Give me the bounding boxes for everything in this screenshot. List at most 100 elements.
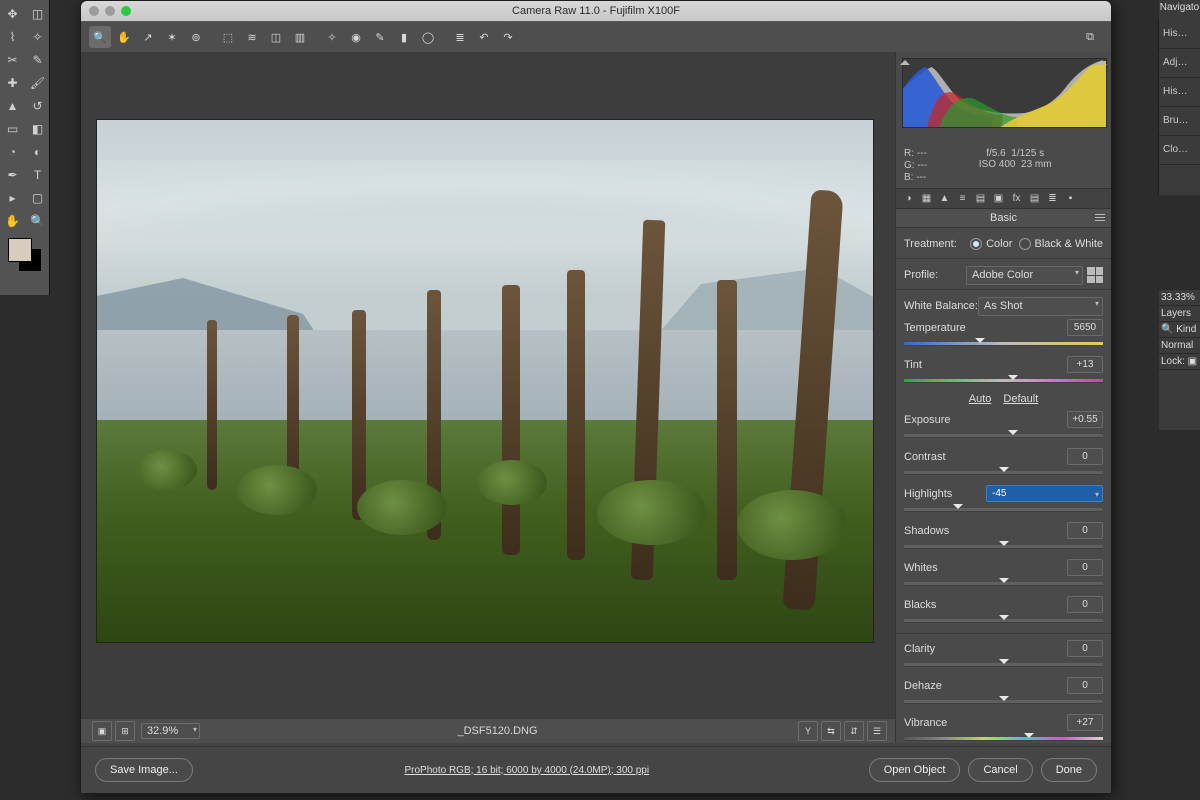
swap-icon[interactable]: ⇆ xyxy=(821,721,841,741)
panel-tab[interactable]: Bru… xyxy=(1159,107,1200,136)
zoom-tool-icon[interactable]: 🔍 xyxy=(89,26,111,48)
treatment-color-radio[interactable] xyxy=(970,238,982,250)
guided-icon[interactable]: ▥ xyxy=(289,26,311,48)
tab-split-icon[interactable]: ▤ xyxy=(972,191,989,206)
dehaze-value[interactable]: 0 xyxy=(1067,677,1103,694)
histogram[interactable] xyxy=(896,52,1111,146)
ba-icon[interactable]: ⇵ xyxy=(844,721,864,741)
done-button[interactable]: Done xyxy=(1041,758,1097,782)
redeye-icon[interactable]: ◉ xyxy=(345,26,367,48)
open-object-button[interactable]: Open Object xyxy=(869,758,961,782)
tab-detail-icon[interactable]: ▲ xyxy=(936,191,953,206)
tab-snap-icon[interactable]: ▪ xyxy=(1062,191,1079,206)
path-sel-icon[interactable]: ▸ xyxy=(0,187,25,209)
panel-tab[interactable]: His… xyxy=(1159,78,1200,107)
wb-tool-icon[interactable]: ↗ xyxy=(137,26,159,48)
temperature-slider[interactable]: Temperature5650 xyxy=(904,319,1103,348)
zoom-select[interactable]: 32.9% xyxy=(141,723,200,739)
lasso-tool-icon[interactable]: ⌇ xyxy=(0,26,25,48)
blend-mode[interactable]: Normal xyxy=(1159,338,1200,354)
fullscreen-icon[interactable]: ⧉ xyxy=(1079,26,1101,48)
vibrance-value[interactable]: +27 xyxy=(1067,714,1103,731)
navigator-tab[interactable]: Navigato xyxy=(1159,0,1200,21)
tint-value[interactable]: +13 xyxy=(1067,356,1103,373)
blur-tool-icon[interactable]: ◔ xyxy=(0,141,25,163)
whites-value[interactable]: 0 xyxy=(1067,559,1103,576)
whites-slider[interactable]: Whites0 xyxy=(904,559,1103,588)
panel-tab[interactable]: Adj… xyxy=(1159,49,1200,78)
treatment-color-label[interactable]: Color xyxy=(986,238,1012,250)
dehaze-slider[interactable]: Dehaze0 xyxy=(904,677,1103,706)
grad-filter-icon[interactable]: ▮ xyxy=(393,26,415,48)
highlights-slider[interactable]: Highlights-45 xyxy=(904,485,1103,514)
hand-tool-icon[interactable]: ✋ xyxy=(0,210,25,232)
wb-select[interactable]: As Shot xyxy=(978,297,1103,316)
profile-select[interactable]: Adobe Color xyxy=(966,266,1083,285)
tint-slider[interactable]: Tint+13 xyxy=(904,356,1103,385)
target-adjust-icon[interactable]: ⊚ xyxy=(185,26,207,48)
compare-y-icon[interactable]: Y xyxy=(798,721,818,741)
tab-fx-icon[interactable]: fx xyxy=(1008,191,1025,206)
hand-tool-icon[interactable]: ✋ xyxy=(113,26,135,48)
eyedrop-tool-icon[interactable]: ✎ xyxy=(25,49,50,71)
shadows-slider[interactable]: Shadows0 xyxy=(904,522,1103,551)
profile-browser-icon[interactable] xyxy=(1087,267,1103,283)
pen-tool-icon[interactable]: ✒ xyxy=(0,164,25,186)
workflow-link[interactable]: ProPhoto RGB; 16 bit; 6000 by 4000 (24.0… xyxy=(193,765,861,776)
blacks-slider[interactable]: Blacks0 xyxy=(904,596,1103,625)
wand-tool-icon[interactable]: ✧ xyxy=(25,26,50,48)
tab-cal-icon[interactable]: ▤ xyxy=(1026,191,1043,206)
adjust-brush-icon[interactable]: ✎ xyxy=(369,26,391,48)
crop-tool-icon[interactable]: ⬚ xyxy=(217,26,239,48)
dodge-tool-icon[interactable]: ◐ xyxy=(25,141,50,163)
clarity-slider[interactable]: Clarity0 xyxy=(904,640,1103,669)
rotate-cw-icon[interactable]: ↷ xyxy=(497,26,519,48)
tab-lens-icon[interactable]: ▣ xyxy=(990,191,1007,206)
rotate-ccw-icon[interactable]: ↶ xyxy=(473,26,495,48)
exposure-slider[interactable]: Exposure+0.55 xyxy=(904,411,1103,440)
exposure-value[interactable]: +0.55 xyxy=(1067,411,1103,428)
type-tool-icon[interactable]: T xyxy=(25,164,50,186)
marquee-tool-icon[interactable]: ◫ xyxy=(25,3,50,25)
stamp-tool-icon[interactable]: ▲ xyxy=(0,95,25,117)
shadow-clip-icon[interactable] xyxy=(900,55,910,65)
color-swatches[interactable] xyxy=(8,238,42,272)
contrast-slider[interactable]: Contrast0 xyxy=(904,448,1103,477)
save-image-button[interactable]: Save Image... xyxy=(95,758,193,782)
blacks-value[interactable]: 0 xyxy=(1067,596,1103,613)
spot-removal-icon[interactable]: ✧ xyxy=(321,26,343,48)
layers-label[interactable]: Layers xyxy=(1159,306,1200,322)
default-link[interactable]: Default xyxy=(1003,393,1038,405)
contrast-value[interactable]: 0 xyxy=(1067,448,1103,465)
fit-view-icon[interactable]: ▣ xyxy=(92,721,112,741)
tab-hsl-icon[interactable]: ≡ xyxy=(954,191,971,206)
treatment-bw-radio[interactable] xyxy=(1019,238,1031,250)
radial-filter-icon[interactable]: ◯ xyxy=(417,26,439,48)
cancel-button[interactable]: Cancel xyxy=(968,758,1032,782)
transform-icon[interactable]: ◫ xyxy=(265,26,287,48)
treatment-bw-label[interactable]: Black & White xyxy=(1035,238,1103,250)
move-tool-icon[interactable]: ✥ xyxy=(0,3,25,25)
shape-tool-icon[interactable]: ▢ xyxy=(25,187,50,209)
zoom-tool-icon[interactable]: 🔍 xyxy=(25,210,50,232)
brush-tool-icon[interactable]: 🖌 xyxy=(25,72,50,94)
highlights-value[interactable]: -45 xyxy=(986,485,1103,502)
sliders-icon[interactable]: ☰ xyxy=(867,721,887,741)
crop-tool-icon[interactable]: ✂ xyxy=(0,49,25,71)
temperature-value[interactable]: 5650 xyxy=(1067,319,1103,336)
preview-area[interactable]: ▣ ⊞ 32.9% _DSF5120.DNG Y ⇆ ⇵ ☰ xyxy=(81,52,895,743)
straighten-icon[interactable]: ≋ xyxy=(241,26,263,48)
eraser-tool-icon[interactable]: ▭ xyxy=(0,118,25,140)
prefs-icon[interactable]: ≣ xyxy=(449,26,471,48)
tab-preset-icon[interactable]: ≣ xyxy=(1044,191,1061,206)
panel-tab[interactable]: Clo… xyxy=(1159,136,1200,165)
tab-basic-icon[interactable]: ◑ xyxy=(900,191,917,206)
color-sampler-icon[interactable]: ✶ xyxy=(161,26,183,48)
clarity-value[interactable]: 0 xyxy=(1067,640,1103,657)
shadows-value[interactable]: 0 xyxy=(1067,522,1103,539)
tab-curve-icon[interactable]: ▦ xyxy=(918,191,935,206)
vibrance-slider[interactable]: Vibrance+27 xyxy=(904,714,1103,743)
auto-link[interactable]: Auto xyxy=(969,393,992,405)
panel-tab[interactable]: His… xyxy=(1159,20,1200,49)
heal-tool-icon[interactable]: ✚ xyxy=(0,72,25,94)
